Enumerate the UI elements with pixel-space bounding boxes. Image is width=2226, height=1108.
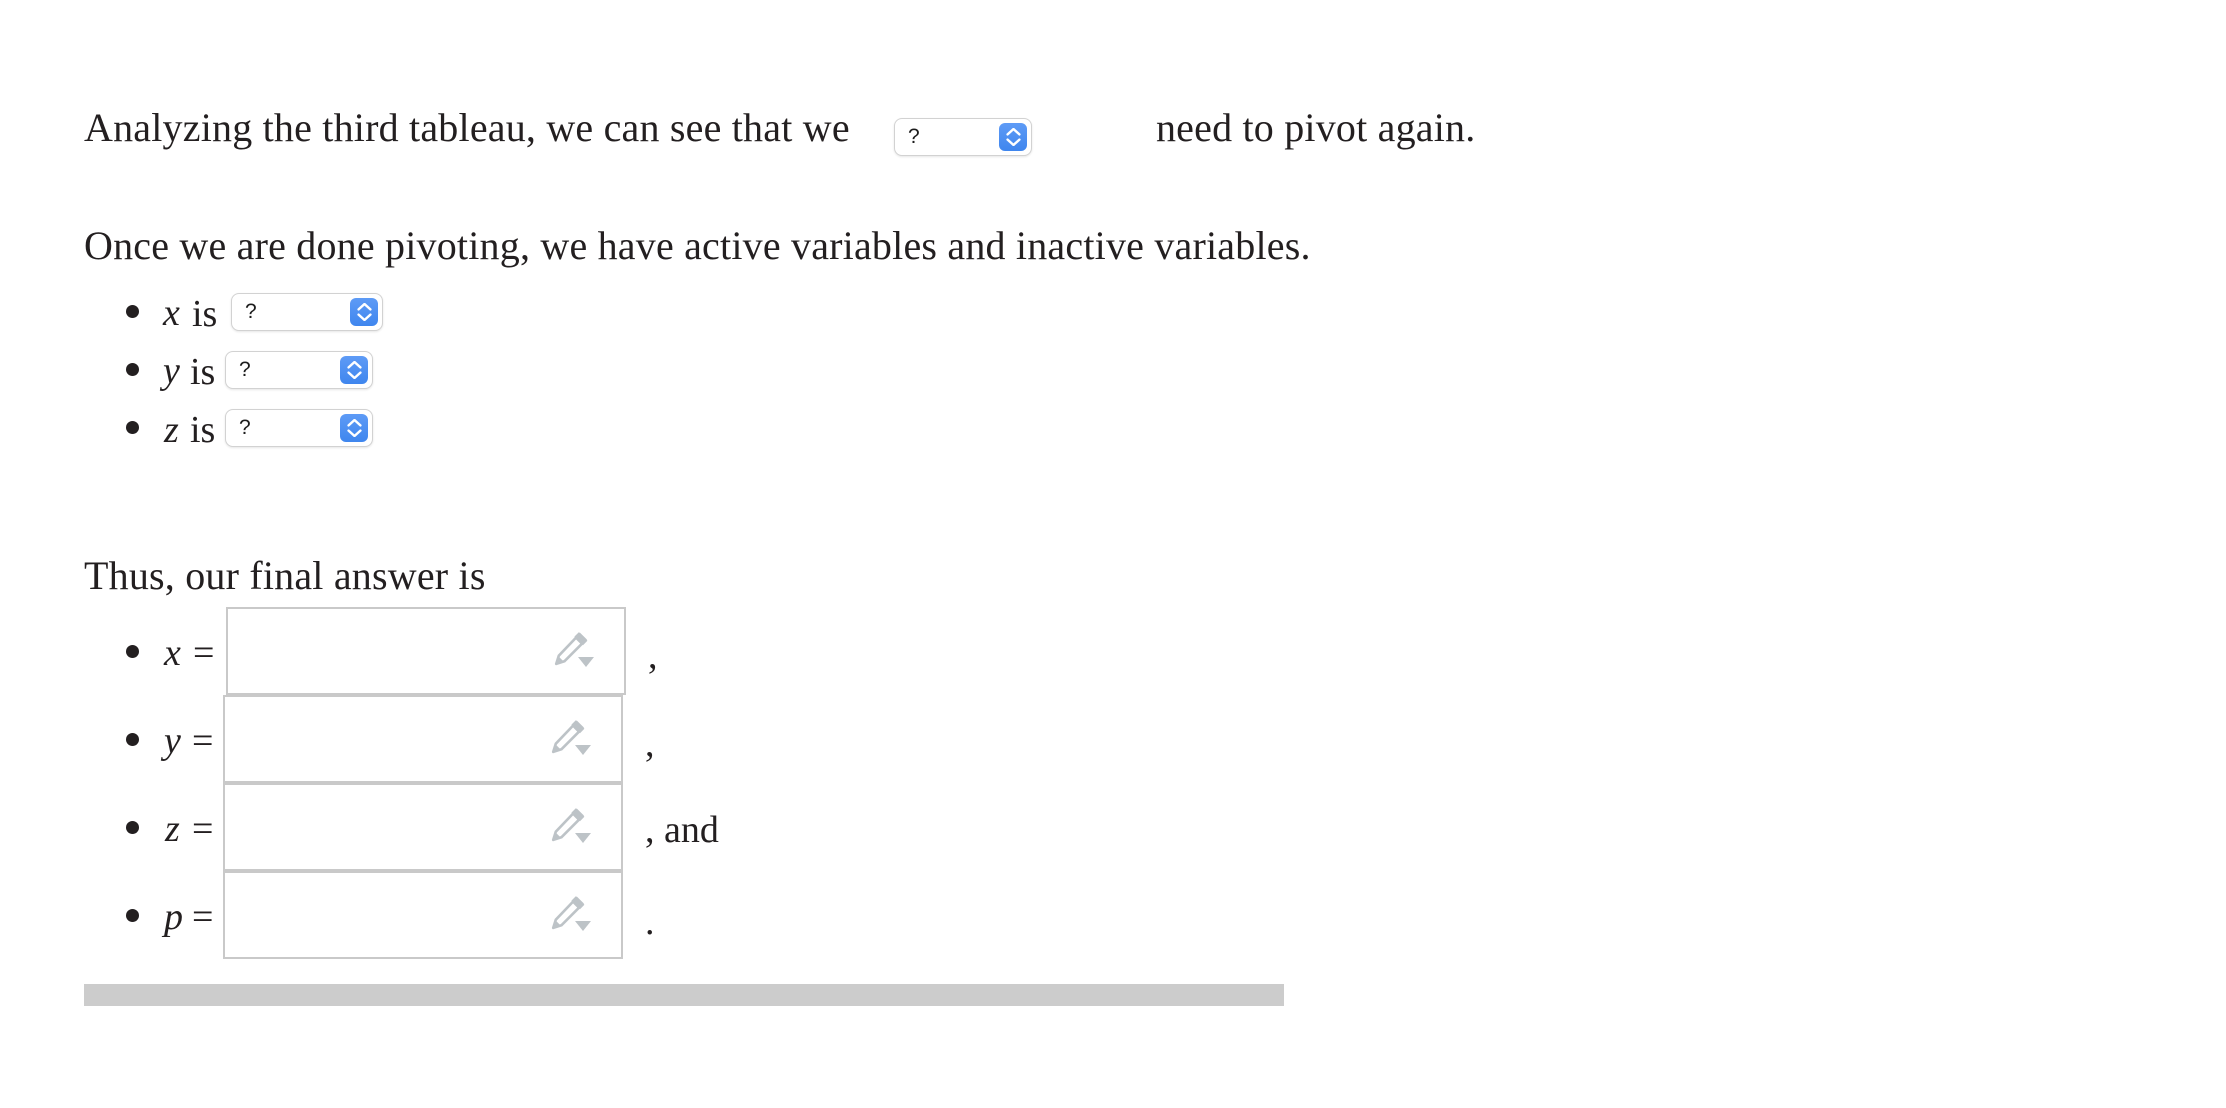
- paragraph-pivot-question-lead: Analyzing the third tableau, we can see …: [84, 105, 850, 150]
- pencil-dropdown-icon[interactable]: [545, 895, 597, 935]
- answer-trailer-x: ,: [648, 635, 658, 677]
- answer-input-p[interactable]: [223, 871, 623, 959]
- pencil-dropdown-icon[interactable]: [545, 719, 597, 759]
- list-bullet: [126, 421, 139, 434]
- answer-input-x[interactable]: [226, 607, 626, 695]
- variable-state-select-y[interactable]: ?: [225, 351, 373, 389]
- variable-label-y: y: [163, 350, 180, 392]
- list-bullet: [126, 305, 139, 318]
- answer-variable-p: p: [164, 896, 183, 938]
- chevron-up-down-icon[interactable]: [350, 298, 378, 326]
- answer-trailer-y: ,: [645, 723, 655, 765]
- list-bullet: [126, 363, 139, 376]
- pencil-dropdown-icon[interactable]: [545, 807, 597, 847]
- paragraph-active-inactive: Once we are done pivoting, we have activ…: [84, 223, 1311, 268]
- list-bullet: [126, 733, 139, 746]
- answer-trailer-p: .: [645, 901, 655, 943]
- answer-trailer-z: , and: [645, 809, 719, 851]
- worksheet-page: Analyzing the third tableau, we can see …: [0, 0, 2226, 1108]
- answer-variable-z: z: [165, 808, 180, 850]
- connector-label-y: is: [190, 351, 216, 393]
- paragraph-final-answer: Thus, our final answer is: [84, 553, 486, 598]
- answer-operator-z: =: [192, 808, 214, 850]
- variable-state-select-x[interactable]: ?: [231, 293, 383, 331]
- pencil-dropdown-icon[interactable]: [548, 631, 600, 671]
- answer-variable-y: y: [164, 720, 181, 762]
- answer-operator-x: =: [193, 632, 215, 674]
- answer-input-z[interactable]: [223, 783, 623, 871]
- horizontal-scrollbar-thumb[interactable]: [84, 984, 1284, 1006]
- variable-label-x: x: [163, 292, 180, 334]
- answer-operator-p: =: [192, 896, 214, 938]
- list-bullet: [126, 821, 139, 834]
- answer-operator-y: =: [192, 720, 214, 762]
- horizontal-scrollbar-track[interactable]: [84, 984, 1284, 1006]
- variable-state-select-x-value: ?: [245, 300, 257, 323]
- paragraph-pivot-question: Analyzing the third tableau, we can see …: [84, 104, 1475, 152]
- answer-input-y[interactable]: [223, 695, 623, 783]
- connector-label-x: is: [192, 293, 218, 335]
- connector-label-z: is: [190, 409, 216, 451]
- chevron-up-down-icon[interactable]: [340, 356, 368, 384]
- variable-state-select-y-value: ?: [239, 358, 251, 381]
- chevron-up-down-icon[interactable]: [340, 414, 368, 442]
- paragraph-pivot-question-tail: need to pivot again.: [1155, 105, 1476, 150]
- answer-variable-x: x: [164, 632, 181, 674]
- variable-state-select-z-value: ?: [239, 416, 251, 439]
- list-bullet: [126, 909, 139, 922]
- pivot-again-select-value: ?: [908, 125, 920, 148]
- variable-label-z: z: [164, 409, 179, 451]
- chevron-up-down-icon[interactable]: [999, 123, 1027, 151]
- pivot-again-select[interactable]: ?: [894, 118, 1032, 156]
- variable-state-select-z[interactable]: ?: [225, 409, 373, 447]
- list-bullet: [126, 645, 139, 658]
